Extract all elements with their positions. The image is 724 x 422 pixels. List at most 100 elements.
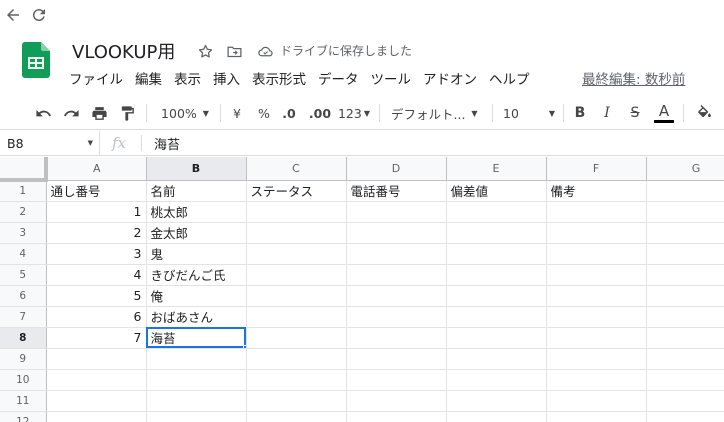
cell-g5[interactable] xyxy=(646,264,724,286)
cell-b7[interactable]: おばあさん xyxy=(146,306,247,328)
text-color-button[interactable]: A xyxy=(653,101,675,125)
number-format-select[interactable]: 123 ▼ xyxy=(337,101,371,125)
fill-color-icon[interactable] xyxy=(693,101,715,125)
column-header-e[interactable]: E xyxy=(446,157,547,181)
cell-e5[interactable] xyxy=(446,264,547,286)
cell-d8[interactable] xyxy=(346,327,447,349)
cell-e12[interactable] xyxy=(446,411,547,422)
row-header-10[interactable]: 10 xyxy=(0,369,47,391)
select-all-corner[interactable] xyxy=(0,157,48,182)
cell-e2[interactable] xyxy=(446,201,547,223)
cell-b3[interactable]: 金太郎 xyxy=(146,222,247,244)
cell-g12[interactable] xyxy=(646,411,724,422)
cell-f2[interactable] xyxy=(546,201,647,223)
cell-g4[interactable] xyxy=(646,243,724,265)
cell-c11[interactable] xyxy=(246,390,347,412)
cell-c6[interactable] xyxy=(246,285,347,307)
cell-d7[interactable] xyxy=(346,306,447,328)
row-header-3[interactable]: 3 xyxy=(0,222,47,244)
cell-e10[interactable] xyxy=(446,369,547,391)
row-header-11[interactable]: 11 xyxy=(0,390,47,412)
currency-button[interactable]: ¥ xyxy=(229,101,245,125)
row-header-2[interactable]: 2 xyxy=(0,201,47,223)
cell-g9[interactable] xyxy=(646,348,724,370)
menu-data[interactable]: データ xyxy=(312,69,365,91)
cell-b5[interactable]: きびだんご氏 xyxy=(146,264,247,286)
cell-a1[interactable]: 通し番号 xyxy=(46,180,147,202)
row-header-8[interactable]: 8 xyxy=(0,327,47,349)
cell-f1[interactable]: 備考 xyxy=(546,180,647,202)
redo-icon[interactable] xyxy=(60,101,82,125)
cell-g3[interactable] xyxy=(646,222,724,244)
cell-g11[interactable] xyxy=(646,390,724,412)
italic-button[interactable]: I xyxy=(599,101,615,125)
strikethrough-button[interactable]: S xyxy=(627,101,643,125)
cell-d1[interactable]: 電話番号 xyxy=(346,180,447,202)
column-header-a[interactable]: A xyxy=(46,157,147,181)
cell-c8[interactable] xyxy=(246,327,347,349)
decimal-increase-button[interactable]: .00 xyxy=(308,101,332,125)
print-icon[interactable] xyxy=(88,101,110,125)
row-header-5[interactable]: 5 xyxy=(0,264,47,286)
paint-format-icon[interactable] xyxy=(116,101,138,125)
cell-a6[interactable]: 5 xyxy=(46,285,147,307)
cell-c5[interactable] xyxy=(246,264,347,286)
menu-view[interactable]: 表示 xyxy=(168,69,207,91)
column-header-f[interactable]: F xyxy=(546,157,647,181)
cell-d9[interactable] xyxy=(346,348,447,370)
cell-a4[interactable]: 3 xyxy=(46,243,147,265)
menu-tools[interactable]: ツール xyxy=(365,69,418,91)
cell-b2[interactable]: 桃太郎 xyxy=(146,201,247,223)
cell-b12[interactable] xyxy=(146,411,247,422)
bold-button[interactable]: B xyxy=(572,101,588,125)
percent-button[interactable]: % xyxy=(255,101,273,125)
font-family-select[interactable]: デフォルト... ▼ xyxy=(391,101,483,125)
sheets-logo-icon[interactable] xyxy=(22,42,50,78)
row-header-6[interactable]: 6 xyxy=(0,285,47,307)
cell-f9[interactable] xyxy=(546,348,647,370)
cell-b8[interactable]: 海苔 xyxy=(146,327,247,349)
cell-f5[interactable] xyxy=(546,264,647,286)
cell-a5[interactable]: 4 xyxy=(46,264,147,286)
cell-c2[interactable] xyxy=(246,201,347,223)
undo-icon[interactable] xyxy=(32,101,54,125)
cell-c1[interactable]: ステータス xyxy=(246,180,347,202)
column-header-c[interactable]: C xyxy=(246,157,347,181)
menu-format[interactable]: 表示形式 xyxy=(246,69,312,91)
last-edit-link[interactable]: 最終編集: 数秒前 xyxy=(582,69,685,91)
cell-e9[interactable] xyxy=(446,348,547,370)
cloud-check-icon[interactable] xyxy=(255,41,275,61)
cell-a12[interactable] xyxy=(46,411,147,422)
cell-g6[interactable] xyxy=(646,285,724,307)
cell-g10[interactable] xyxy=(646,369,724,391)
cell-g2[interactable] xyxy=(646,201,724,223)
name-box[interactable]: B8 ▼ xyxy=(0,131,100,155)
column-header-b[interactable]: B xyxy=(146,157,247,181)
cell-b4[interactable]: 鬼 xyxy=(146,243,247,265)
cell-a11[interactable] xyxy=(46,390,147,412)
cell-e6[interactable] xyxy=(446,285,547,307)
cell-d11[interactable] xyxy=(346,390,447,412)
cell-f3[interactable] xyxy=(546,222,647,244)
cell-e1[interactable]: 偏差値 xyxy=(446,180,547,202)
menu-help[interactable]: ヘルプ xyxy=(483,69,536,91)
cell-b1[interactable]: 名前 xyxy=(146,180,247,202)
column-header-d[interactable]: D xyxy=(346,157,447,181)
fill-handle[interactable] xyxy=(242,344,245,347)
menu-insert[interactable]: 挿入 xyxy=(207,69,246,91)
cell-d3[interactable] xyxy=(346,222,447,244)
document-title[interactable]: VLOOKUP用 xyxy=(72,38,175,64)
reload-icon[interactable] xyxy=(28,4,50,26)
cell-b6[interactable]: 俺 xyxy=(146,285,247,307)
cell-b11[interactable] xyxy=(146,390,247,412)
cell-d6[interactable] xyxy=(346,285,447,307)
cell-d2[interactable] xyxy=(346,201,447,223)
cell-c7[interactable] xyxy=(246,306,347,328)
menu-edit[interactable]: 編集 xyxy=(129,69,168,91)
cell-c9[interactable] xyxy=(246,348,347,370)
menu-addons[interactable]: アドオン xyxy=(417,69,483,91)
cell-g8[interactable] xyxy=(646,327,724,349)
cell-b9[interactable] xyxy=(146,348,247,370)
folder-move-icon[interactable] xyxy=(224,41,244,61)
cell-a3[interactable]: 2 xyxy=(46,222,147,244)
